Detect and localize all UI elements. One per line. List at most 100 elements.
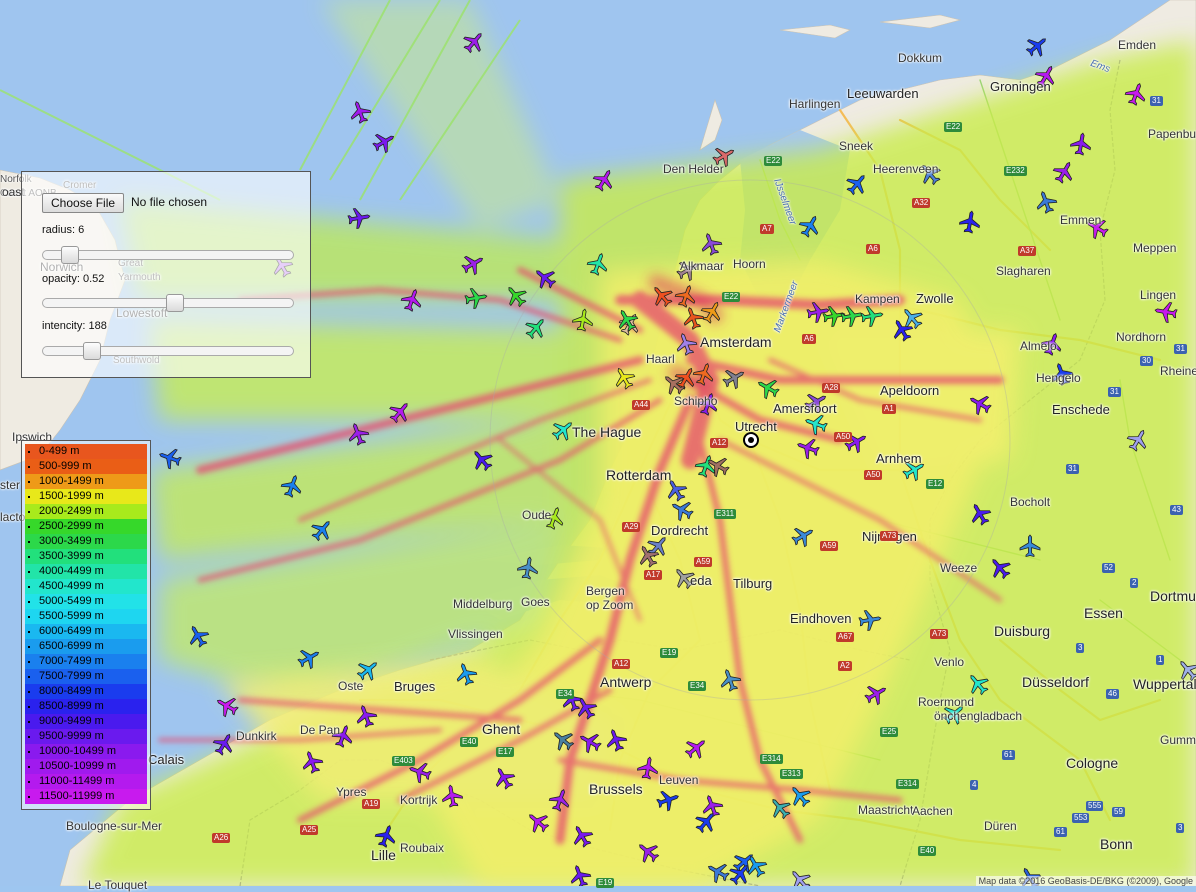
- place-label-hoorn: Hoorn: [733, 257, 766, 271]
- place-label-antwerp: Antwerp: [600, 674, 652, 690]
- opacity-slider-thumb[interactable]: [166, 294, 184, 312]
- place-label-hengelo: Hengelo: [1036, 371, 1081, 385]
- place-label-zwolle: Zwolle: [916, 291, 954, 306]
- legend-item: 1000-1499 m: [25, 474, 147, 489]
- legend-label: 3000-3499 m: [39, 535, 104, 547]
- place-label-aster: ster: [0, 478, 21, 492]
- legend-item: 4500-4999 m: [25, 579, 147, 594]
- place-label-dordrecht: Dordrecht: [651, 523, 709, 538]
- intensity-label: intencity: 188: [42, 320, 107, 332]
- legend-label: 11000-11499 m: [39, 775, 115, 787]
- legend-bullet: [28, 631, 30, 633]
- place-label-dunkirk: Dunkirk: [236, 729, 277, 743]
- place-label-almelo: Almelo: [1020, 339, 1057, 353]
- legend-bullet: [28, 616, 30, 618]
- legend-label: 500-999 m: [39, 460, 92, 472]
- radius-slider[interactable]: [42, 246, 294, 264]
- place-label-goes: Goes: [521, 595, 550, 609]
- legend-item: 4000-4499 m: [25, 564, 147, 579]
- place-label-bocholt: Bocholt: [1010, 495, 1051, 509]
- place-label-meppen: Meppen: [1133, 241, 1177, 255]
- place-label-emden: Emden: [1118, 38, 1157, 52]
- place-label-utrecht: Utrecht: [735, 419, 777, 434]
- legend-bullet: [28, 766, 30, 768]
- legend-bullet: [28, 736, 30, 738]
- place-label-weeze: Weeze: [940, 561, 978, 575]
- legend-item: 500-999 m: [25, 459, 147, 474]
- place-label-harlingen: Harlingen: [789, 97, 841, 111]
- legend-label: 8500-8999 m: [39, 700, 104, 712]
- place-label-oudenaarde: Oude: [522, 508, 552, 522]
- place-label-ypres: Ypres: [336, 785, 367, 799]
- heatmap-controls: Choose File No file chosen radius: 6 opa…: [21, 171, 311, 378]
- legend-bullet: [28, 481, 30, 483]
- legend-bullet: [28, 706, 30, 708]
- altitude-legend: 0-499 m 500-999 m 1000-1499 m 1500-1999 m 20…: [21, 440, 151, 810]
- legend-bullet: [28, 541, 30, 543]
- place-label-wuppertal: Wuppertal: [1133, 676, 1196, 692]
- place-label-bergen-op-zoom: Bergen op Zoom: [586, 584, 634, 612]
- legend-bullet: [28, 691, 30, 693]
- opacity-label: opacity: 0.52: [42, 273, 105, 285]
- legend-item: 3000-3499 m: [25, 534, 147, 549]
- legend-label: 2000-2499 m: [39, 505, 104, 517]
- place-label-kampen: Kampen: [855, 292, 900, 306]
- place-label-roubaix: Roubaix: [400, 841, 445, 855]
- place-label-arnhem: Arnhem: [876, 451, 922, 466]
- place-label-den-helder: Den Helder: [663, 162, 724, 176]
- place-label-calais: Calais: [148, 752, 185, 767]
- legend-item: 8000-8499 m: [25, 684, 147, 699]
- place-label-dortmund: Dortmu: [1150, 588, 1196, 604]
- place-label-enschede: Enschede: [1052, 402, 1110, 417]
- place-label-venlo: Venlo: [934, 655, 965, 669]
- legend-item: 6500-6999 m: [25, 639, 147, 654]
- place-label-schiphol: Schipho: [674, 394, 718, 408]
- legend-item: 2500-2999 m: [25, 519, 147, 534]
- place-label-breda: eda: [690, 573, 712, 588]
- place-label-dokkum: Dokkum: [898, 51, 943, 65]
- place-label-ghent: Ghent: [482, 721, 521, 737]
- legend-label: 10000-10499 m: [39, 745, 117, 757]
- legend-item: 2000-2499 m: [25, 504, 147, 519]
- legend-label: 10500-10999 m: [39, 760, 117, 772]
- place-label-de-panne: De Pan: [300, 723, 341, 737]
- place-label-leeuwarden: Leeuwarden: [847, 86, 919, 101]
- place-label-emmen: Emmen: [1060, 213, 1102, 227]
- place-label-leuven: Leuven: [659, 773, 699, 787]
- place-label-aachen: Aachen: [912, 804, 953, 818]
- intensity-slider[interactable]: [42, 342, 294, 360]
- place-label-slagharen: Slagharen: [996, 264, 1051, 278]
- choose-file-button[interactable]: Choose File: [42, 193, 125, 213]
- legend-item: 7000-7499 m: [25, 654, 147, 669]
- place-label-amsterdam: Amsterdam: [700, 334, 772, 350]
- legend-label: 7500-7999 m: [39, 670, 104, 682]
- place-label-dusseldorf: Düsseldorf: [1022, 674, 1089, 690]
- legend-item: 10500-10999 m: [25, 759, 147, 774]
- legend-item: 5000-5499 m: [25, 594, 147, 609]
- legend-label: 1500-1999 m: [39, 490, 104, 502]
- legend-label: 3500-3999 m: [39, 550, 104, 562]
- legend-label: 2500-2999 m: [39, 520, 104, 532]
- legend-bullet: [28, 451, 30, 453]
- map-attribution: Map data ©2016 GeoBasis-DE/BKG (©2009), …: [975, 876, 1196, 886]
- receiver-marker[interactable]: [743, 432, 759, 448]
- legend-bullet: [28, 526, 30, 528]
- place-label-heerenveen: Heerenveen: [873, 162, 939, 176]
- file-status-text: No file chosen: [131, 195, 208, 209]
- legend-item: 0-499 m: [25, 444, 147, 459]
- place-label-ostend: Oste: [338, 679, 364, 693]
- place-label-sneek: Sneek: [839, 139, 874, 153]
- radius-slider-thumb[interactable]: [61, 246, 79, 264]
- place-label-rheine: Rheine: [1160, 364, 1196, 378]
- place-label-rotterdam: Rotterdam: [606, 467, 672, 483]
- place-label-lingen: Lingen: [1140, 288, 1177, 302]
- legend-label: 0-499 m: [39, 445, 80, 457]
- legend-item: 9000-9499 m: [25, 714, 147, 729]
- legend-label: 4000-4499 m: [39, 565, 104, 577]
- intensity-slider-thumb[interactable]: [83, 342, 101, 360]
- legend-bullet: [28, 781, 30, 783]
- opacity-slider[interactable]: [42, 294, 294, 312]
- legend-bullet: [28, 601, 30, 603]
- place-label-amersfoort: Amersfoort: [773, 401, 837, 416]
- legend-bullet: [28, 571, 30, 573]
